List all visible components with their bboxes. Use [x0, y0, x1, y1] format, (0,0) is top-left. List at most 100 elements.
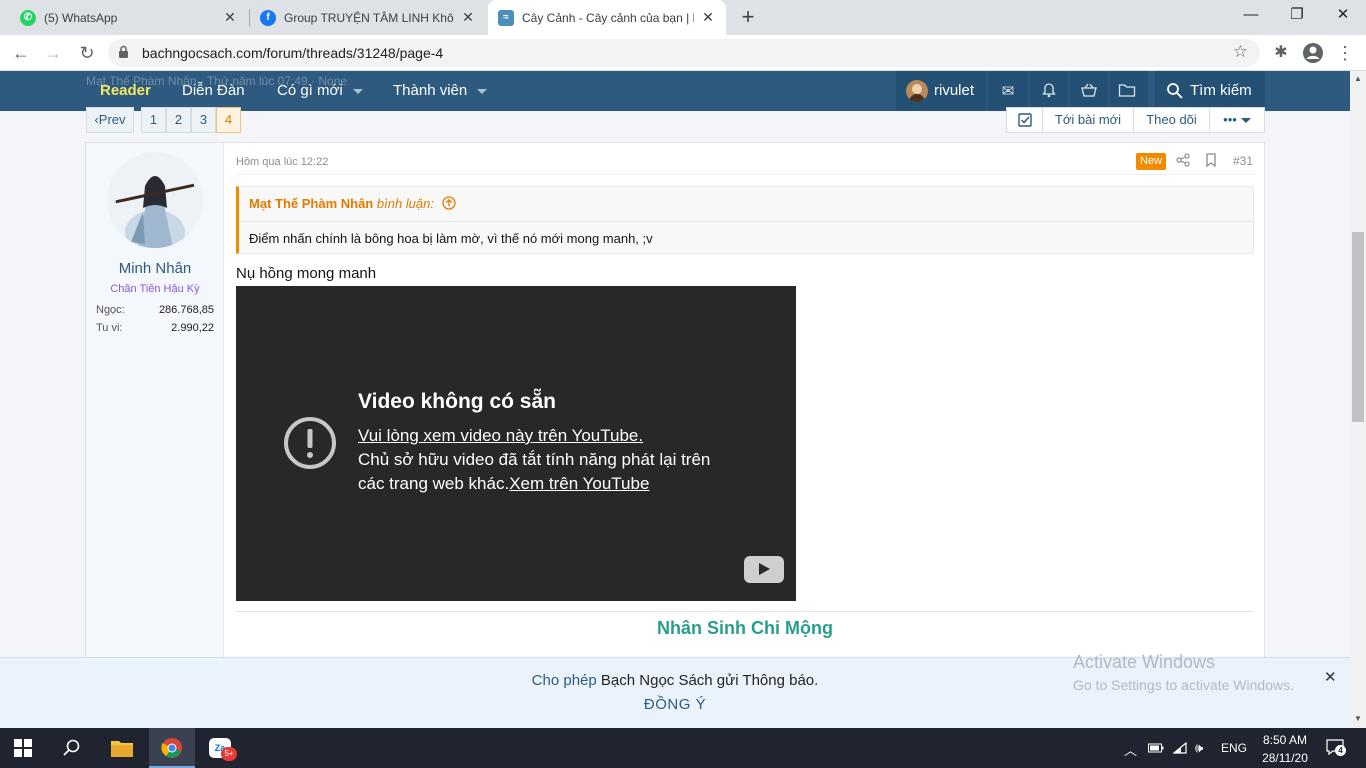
watch-on-youtube-link[interactable]: Vui lòng xem video này trên YouTube.	[358, 426, 643, 446]
view-on-youtube-link[interactable]: Xem trên YouTube	[509, 474, 649, 493]
new-tab-button[interactable]: +	[734, 4, 762, 32]
close-tab-icon[interactable]: ✕	[700, 9, 716, 26]
address-bar[interactable]: bachngocsach.com/forum/threads/31248/pag…	[108, 39, 1260, 67]
video-message-line3: các trang web khác.Xem trên YouTube	[358, 474, 649, 494]
chevron-down-icon	[352, 88, 363, 94]
stat-value-tuvi: 2.990,22	[171, 322, 214, 334]
minimize-button[interactable]: —	[1228, 0, 1274, 32]
post-time[interactable]: Hôm qua lúc 12:22	[236, 156, 328, 168]
profile-icon[interactable]	[1298, 38, 1328, 68]
youtube-logo-icon[interactable]	[744, 556, 784, 583]
zalo-badge: 5+	[221, 747, 237, 761]
notification-center-icon[interactable]: 4	[1326, 739, 1346, 757]
chevron-down-icon	[1240, 118, 1251, 124]
quote-text: Điểm nhấn chính là bông hoa bị làm mờ, v…	[249, 231, 653, 246]
windows-start-icon[interactable]	[0, 728, 46, 768]
language-indicator[interactable]: ENG	[1221, 741, 1247, 755]
more-dots-icon: •••	[1223, 112, 1237, 127]
quote-author[interactable]: Mạt Thế Phàm Nhân	[249, 196, 373, 211]
new-badge: New	[1136, 153, 1166, 170]
chevron-down-icon	[477, 88, 488, 94]
file-explorer-icon[interactable]	[99, 728, 145, 768]
site-favicon-icon: ≈	[498, 9, 514, 26]
quote-header: Mạt Thế Phàm Nhân bình luận:	[249, 196, 456, 211]
basket-icon	[1079, 82, 1099, 100]
arrow-up-circle-icon[interactable]	[441, 196, 456, 210]
mark-read-button[interactable]	[1006, 107, 1043, 133]
tab-cay-canh[interactable]: ≈ Cây Cảnh - Cây cảnh của bạn | Pa ✕	[488, 0, 726, 35]
quote-said: bình luận:	[376, 196, 434, 211]
search-icon[interactable]	[49, 728, 95, 768]
checkbox-icon	[1017, 113, 1032, 127]
video-message-line2: Chủ sở hữu video đã tắt tính năng phát l…	[358, 450, 711, 469]
tab-facebook-group[interactable]: f Group TRUYỆN TÂM LINH Không ✕	[250, 0, 486, 35]
author-rank: Chân Tiên Hậu Kỳ	[110, 283, 200, 295]
bookmark-icon[interactable]	[1205, 153, 1219, 169]
facebook-icon: f	[260, 9, 276, 26]
post-number[interactable]: #31	[1233, 154, 1253, 168]
scrollbar-thumb[interactable]	[1352, 232, 1364, 422]
clock-time[interactable]: 8:50 AM	[1255, 733, 1315, 747]
tab-whatsapp[interactable]: ✆ (5) WhatsApp ✕	[10, 0, 248, 35]
scroll-down-icon[interactable]: ▼	[1352, 714, 1364, 723]
volume-icon[interactable]: 🕪	[1195, 740, 1203, 756]
dismiss-notification-icon[interactable]: ✕	[1324, 668, 1337, 686]
more-menu-button[interactable]: •••	[1209, 107, 1265, 133]
back-button[interactable]: ←	[6, 38, 36, 68]
user-avatar	[906, 80, 928, 102]
post-body-text: Nụ hồng mong manh	[236, 265, 377, 282]
bookmark-star-icon[interactable]: ☆	[1233, 42, 1248, 62]
zalo-icon[interactable]: Za 5+	[198, 728, 244, 768]
exclamation-icon	[284, 417, 336, 469]
author-avatar[interactable]	[107, 152, 203, 248]
close-tab-icon[interactable]: ✕	[460, 9, 476, 26]
browser-toolbar: ← → ↻ bachngocsach.com/forum/threads/312…	[0, 35, 1366, 71]
wifi-icon[interactable]	[1172, 740, 1189, 758]
nav-whats-new[interactable]: Có gì mới	[277, 82, 363, 99]
pagination-prev-label: Prev	[98, 112, 126, 127]
username[interactable]: rivulet	[934, 82, 974, 99]
quote-block: Mạt Thế Phàm Nhân bình luận: Điểm nhấn c…	[236, 186, 1254, 254]
nav-whats-new-label: Có gì mới	[277, 82, 343, 99]
url-text: bachngocsach.com/forum/threads/31248/pag…	[142, 45, 444, 61]
nav-reader[interactable]: Reader	[100, 82, 151, 99]
forward-button[interactable]: →	[38, 38, 68, 68]
clock-date[interactable]: 28/11/20	[1255, 751, 1315, 765]
reload-button[interactable]: ↻	[72, 38, 102, 68]
page-link-3[interactable]: 3	[191, 107, 216, 133]
new-posts-button[interactable]: Tới bài mới	[1042, 107, 1134, 133]
bell-icon	[1039, 82, 1059, 100]
chevron-up-icon[interactable]: ︿	[1124, 740, 1137, 759]
restore-button[interactable]: ❐	[1274, 0, 1320, 32]
nav-forums[interactable]: Diễn Đàn	[182, 82, 245, 99]
page-link-1[interactable]: 1	[141, 107, 166, 133]
search-icon	[1165, 82, 1185, 100]
whatsapp-icon: ✆	[20, 9, 36, 26]
folder-icon	[1117, 82, 1137, 100]
share-icon[interactable]	[1176, 153, 1192, 169]
page-link-2[interactable]: 2	[166, 107, 191, 133]
pagination-prev[interactable]: ‹Prev	[86, 107, 134, 133]
allow-link[interactable]: Cho phép	[532, 672, 597, 689]
watch-button[interactable]: Theo dõi	[1133, 107, 1210, 133]
extensions-icon[interactable]: ✱	[1266, 38, 1296, 68]
nav-members-label: Thành viên	[393, 82, 468, 99]
youtube-embed[interactable]: Video không có sẵn Vui lòng xem video nà…	[236, 286, 796, 601]
signature: Nhân Sinh Chi Mộng	[657, 618, 833, 638]
author-name[interactable]: Minh Nhân	[86, 260, 224, 277]
battery-icon[interactable]	[1148, 740, 1164, 757]
search-label: Tìm kiếm	[1190, 82, 1252, 99]
notification-prompt: Cho phép Bạch Ngọc Sách gửi Thông báo. Đ…	[0, 652, 1350, 728]
activate-windows-title: Activate Windows	[1073, 652, 1216, 672]
notification-count: 4	[1335, 745, 1346, 756]
post-header-divider	[236, 174, 1254, 175]
nav-members[interactable]: Thành viên	[393, 82, 488, 99]
close-tab-icon[interactable]: ✕	[222, 9, 238, 26]
chrome-icon[interactable]	[149, 728, 195, 768]
browser-menu-icon[interactable]: ⋮	[1330, 38, 1360, 68]
page-link-current[interactable]: 4	[216, 107, 241, 133]
video-message-line3-text: các trang web khác.	[358, 474, 510, 493]
scroll-up-icon[interactable]: ▲	[1352, 74, 1364, 83]
close-window-button[interactable]: ✕	[1320, 0, 1366, 32]
accept-button[interactable]: ĐỒNG Ý	[0, 696, 1350, 713]
